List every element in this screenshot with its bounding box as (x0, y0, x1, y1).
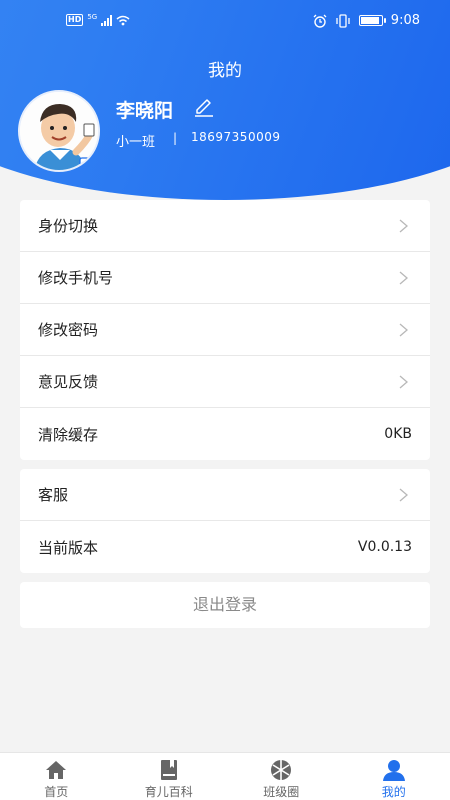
tab-class-circle[interactable]: 班级圈 (225, 753, 338, 800)
cache-size-value: 0KB (384, 426, 412, 442)
user-name: 李晓阳 (116, 100, 174, 122)
tab-parenting-encyclopedia[interactable]: 育儿百科 (113, 753, 226, 800)
user-class: 小一班 (116, 135, 156, 150)
user-info-separator: | (173, 131, 178, 145)
menu-item-feedback[interactable]: 意见反馈 (20, 356, 430, 408)
version-value: V0.0.13 (357, 539, 412, 555)
menu-item-label: 清除缓存 (38, 425, 99, 444)
page-title: 我的 (208, 61, 242, 81)
user-phone: 18697350009 (191, 130, 281, 144)
chevron-right-icon (399, 219, 408, 233)
vibrate-icon (336, 13, 350, 28)
tab-label: 班级圈 (263, 785, 300, 799)
battery-icon (358, 15, 386, 26)
menu-item-label: 修改手机号 (38, 269, 114, 287)
wifi-icon (116, 15, 130, 25)
network-badge: HD (66, 14, 84, 26)
chevron-right-icon (399, 271, 408, 285)
menu-item-label: 意见反馈 (38, 373, 99, 391)
circle-icon (271, 760, 292, 780)
chevron-right-icon (399, 488, 408, 502)
book-icon (160, 760, 177, 780)
menu-item-switch-identity[interactable]: 身份切换 (20, 200, 430, 252)
menu-item-label: 修改密码 (38, 321, 99, 339)
settings-card-secondary: 客服 当前版本 V0.0.13 (20, 469, 430, 573)
signal-type: 5G (87, 13, 98, 21)
chevron-right-icon (399, 375, 408, 389)
home-icon (46, 761, 67, 779)
menu-item-current-version: 当前版本 V0.0.13 (20, 521, 430, 573)
tab-label: 首页 (44, 785, 69, 799)
alarm-icon (313, 14, 327, 28)
menu-item-label: 当前版本 (38, 538, 99, 557)
chevron-right-icon (399, 323, 408, 337)
status-bar: HD 5G 9:08 (0, 0, 450, 44)
edit-icon[interactable] (193, 98, 215, 118)
tab-mine[interactable]: 我的 (338, 753, 450, 800)
menu-item-label: 客服 (38, 486, 69, 504)
logout-button[interactable]: 退出登录 (20, 582, 430, 628)
status-left: HD 5G (66, 13, 130, 26)
tab-label: 育儿百科 (144, 785, 193, 799)
avatar[interactable] (18, 90, 100, 172)
profile-icon (382, 760, 405, 781)
menu-item-change-password[interactable]: 修改密码 (20, 304, 430, 356)
menu-item-label: 身份切换 (38, 217, 99, 235)
menu-item-change-phone[interactable]: 修改手机号 (20, 252, 430, 304)
settings-card-primary: 身份切换 修改手机号 修改密码 意见反馈 清除缓存 0KB (20, 200, 430, 460)
bottom-tab-bar: 首页 育儿百科 班级圈 我的 (0, 752, 450, 800)
signal-icon (101, 14, 113, 26)
menu-item-clear-cache[interactable]: 清除缓存 0KB (20, 408, 430, 460)
status-time: 9:08 (390, 13, 420, 28)
tab-label: 我的 (381, 785, 406, 799)
status-right: 9:08 (313, 13, 420, 28)
tab-home[interactable]: 首页 (0, 753, 113, 800)
menu-item-customer-service[interactable]: 客服 (20, 469, 430, 521)
profile-screen: HD 5G 9:08 我的 李晓阳 小一班 | 18697350009 身份切换… (0, 0, 450, 800)
